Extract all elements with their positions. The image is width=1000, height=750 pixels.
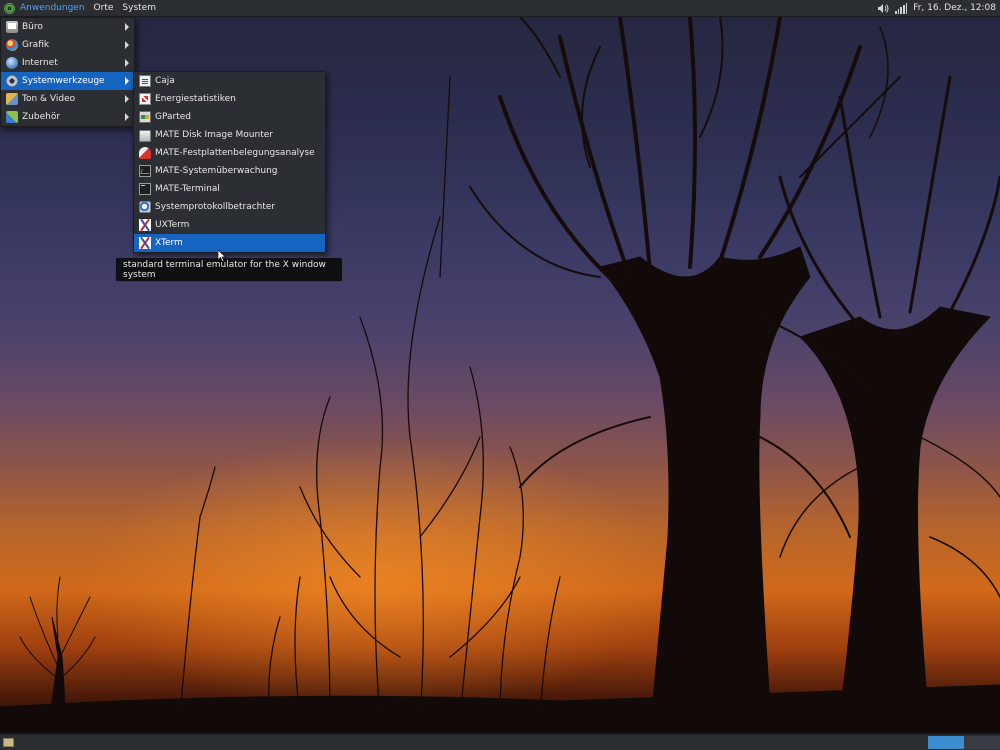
workspace-1[interactable] [928,736,964,749]
menu-item-label: GParted [155,112,191,122]
x-icon [139,237,151,249]
disk-usage-icon [139,147,151,159]
system-tools-icon [6,75,18,87]
menu-item-mate-terminal[interactable]: MATE-Terminal [134,180,325,198]
terminal-icon [139,183,151,195]
submenu-arrow-icon [125,95,129,103]
signal-bars-icon[interactable] [895,2,908,14]
menu-item-label: UXTerm [155,220,190,230]
clock[interactable]: Fr, 16. Dez., 12:08 [913,3,996,13]
menu-item-disk-image-mounter[interactable]: MATE Disk Image Mounter [134,126,325,144]
menu-item-disk-usage-analyzer[interactable]: MATE-Festplattenbelegungsanalyse [134,144,325,162]
menu-item-power-statistics[interactable]: Energiestatistiken [134,90,325,108]
menu-item-label: Ton & Video [22,94,76,104]
submenu-arrow-icon [125,113,129,121]
submenu-arrow-icon [125,23,129,31]
internet-icon [6,57,18,69]
bottom-panel [0,734,1000,750]
mouse-pointer-icon [218,250,226,262]
system-tray: Fr, 16. Dez., 12:08 [877,0,996,16]
menu-item-label: Internet [22,58,58,68]
menu-item-system-monitor[interactable]: MATE-Systemüberwachung [134,162,325,180]
tooltip-text: standard terminal emulator for the X win… [123,259,326,280]
menu-item-label: Büro [22,22,43,32]
menu-item-internet[interactable]: Internet [1,54,134,72]
menu-item-label: MATE-Festplattenbelegungsanalyse [155,148,315,158]
applications-menu-button[interactable]: Anwendungen [0,0,90,16]
disk-image-icon [139,129,151,142]
menu-item-system-tools[interactable]: Systemwerkzeuge [1,72,134,90]
x-icon [139,219,151,231]
menu-item-label: MATE-Terminal [155,184,220,194]
top-panel: Anwendungen Orte System Fr, 16. Dez., 12… [0,0,1000,17]
system-tools-submenu: Caja Energiestatistiken GParted MATE Dis… [133,71,326,253]
system-menu-label: System [122,3,156,13]
menu-item-label: MATE Disk Image Mounter [155,130,273,140]
menu-item-label: Zubehör [22,112,61,122]
system-monitor-icon [139,165,151,177]
submenu-arrow-icon [125,77,129,85]
applications-menu-label: Anwendungen [20,3,85,13]
menu-item-accessories[interactable]: Zubehör [1,108,134,126]
graphics-icon [6,39,18,51]
menu-item-uxterm[interactable]: UXTerm [134,216,325,234]
log-viewer-icon [139,201,151,213]
menu-item-sound-video[interactable]: Ton & Video [1,90,134,108]
xterm-tooltip: standard terminal emulator for the X win… [115,257,343,282]
menu-item-label: Caja [155,76,175,86]
power-statistics-icon [139,93,151,105]
file-manager-icon [139,75,151,87]
workspace-2[interactable] [964,736,1000,749]
menu-item-label: Systemwerkzeuge [22,76,105,86]
menu-item-caja[interactable]: Caja [134,72,325,90]
gparted-icon [139,111,151,123]
sound-video-icon [6,93,18,105]
speaker-icon[interactable] [877,3,889,14]
menu-item-log-viewer[interactable]: Systemprotokollbetrachter [134,198,325,216]
submenu-arrow-icon [125,41,129,49]
mate-logo-icon [4,2,15,14]
menu-item-office[interactable]: Büro [1,18,134,36]
places-menu-label: Orte [93,3,114,13]
show-desktop-icon[interactable] [3,738,14,747]
places-menu-button[interactable]: Orte [90,0,119,16]
submenu-arrow-icon [125,59,129,67]
menu-item-label: Grafik [22,40,50,50]
menu-item-xterm[interactable]: XTerm [134,234,325,252]
accessories-icon [6,111,18,123]
office-icon [6,21,18,33]
system-menu-button[interactable]: System [118,0,161,16]
menu-item-label: Energiestatistiken [155,94,236,104]
applications-menu: Büro Grafik Internet Systemwerkzeuge Ton… [0,17,135,127]
menu-item-label: XTerm [155,238,183,248]
menu-item-label: Systemprotokollbetrachter [155,202,276,212]
menu-item-gparted[interactable]: GParted [134,108,325,126]
menu-item-graphics[interactable]: Grafik [1,36,134,54]
menu-item-label: MATE-Systemüberwachung [155,166,278,176]
